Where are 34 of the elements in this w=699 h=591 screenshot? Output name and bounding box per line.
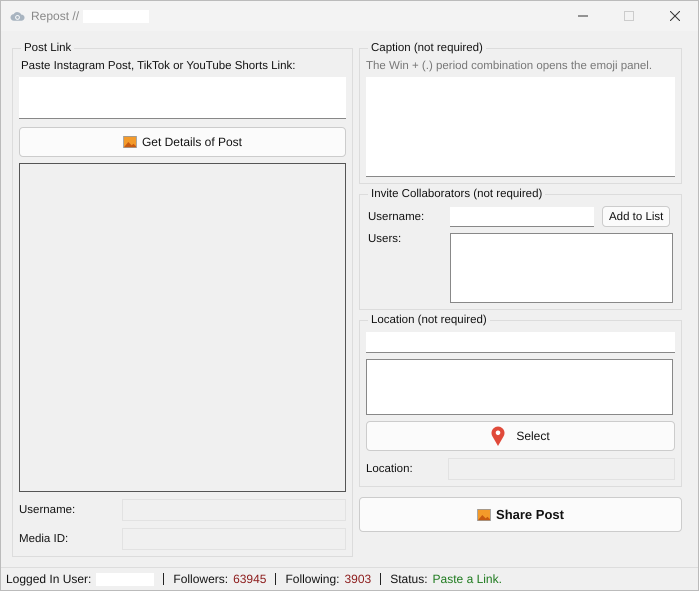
group-legend: Invite Collaborators (not required)	[368, 188, 546, 200]
group-legend: Post Link	[21, 42, 74, 54]
status-label: Following:	[285, 572, 340, 586]
share-post-button[interactable]: Share Post	[359, 497, 682, 532]
image-icon	[477, 508, 492, 520]
field-label: Location:	[366, 463, 414, 475]
caption-input-field[interactable]	[366, 77, 675, 177]
add-to-list-button[interactable]: Add to List	[602, 206, 670, 227]
status-text: Paste a Link.	[432, 572, 502, 586]
location-search-field[interactable]	[366, 332, 675, 353]
followers-count: 63945	[233, 572, 266, 586]
link-input-field[interactable]	[19, 77, 346, 119]
app-icon	[10, 10, 25, 22]
field-label: Username:	[19, 504, 76, 516]
select-button[interactable]: Select	[366, 421, 675, 451]
image-icon	[122, 136, 137, 148]
username-input-field[interactable]	[450, 206, 594, 226]
field-label: Media ID:	[19, 533, 70, 545]
status-label: Logged In User:	[6, 572, 92, 586]
get-details-button[interactable]: Get Details of Post	[19, 127, 346, 157]
following-count: 3903	[344, 572, 372, 586]
users-list[interactable]	[450, 233, 673, 303]
hint-text: The Win + (.) period combination opens the emoji panel.	[366, 60, 654, 72]
field-label: Users:	[368, 233, 402, 245]
status-label: Followers:	[173, 572, 228, 586]
field-label: Paste Instagram Post, TikTok or YouTube Shorts Link:	[21, 60, 296, 72]
close-icon[interactable]	[670, 11, 680, 21]
group-legend: Location (not required)	[368, 314, 490, 326]
window-title: Repost //	[31, 9, 80, 23]
status-label: Status:	[390, 572, 428, 586]
map-pin-icon	[491, 426, 506, 446]
location-list[interactable]	[366, 359, 673, 415]
field-label: Username:	[368, 210, 426, 222]
group-legend: Caption (not required)	[368, 42, 486, 54]
